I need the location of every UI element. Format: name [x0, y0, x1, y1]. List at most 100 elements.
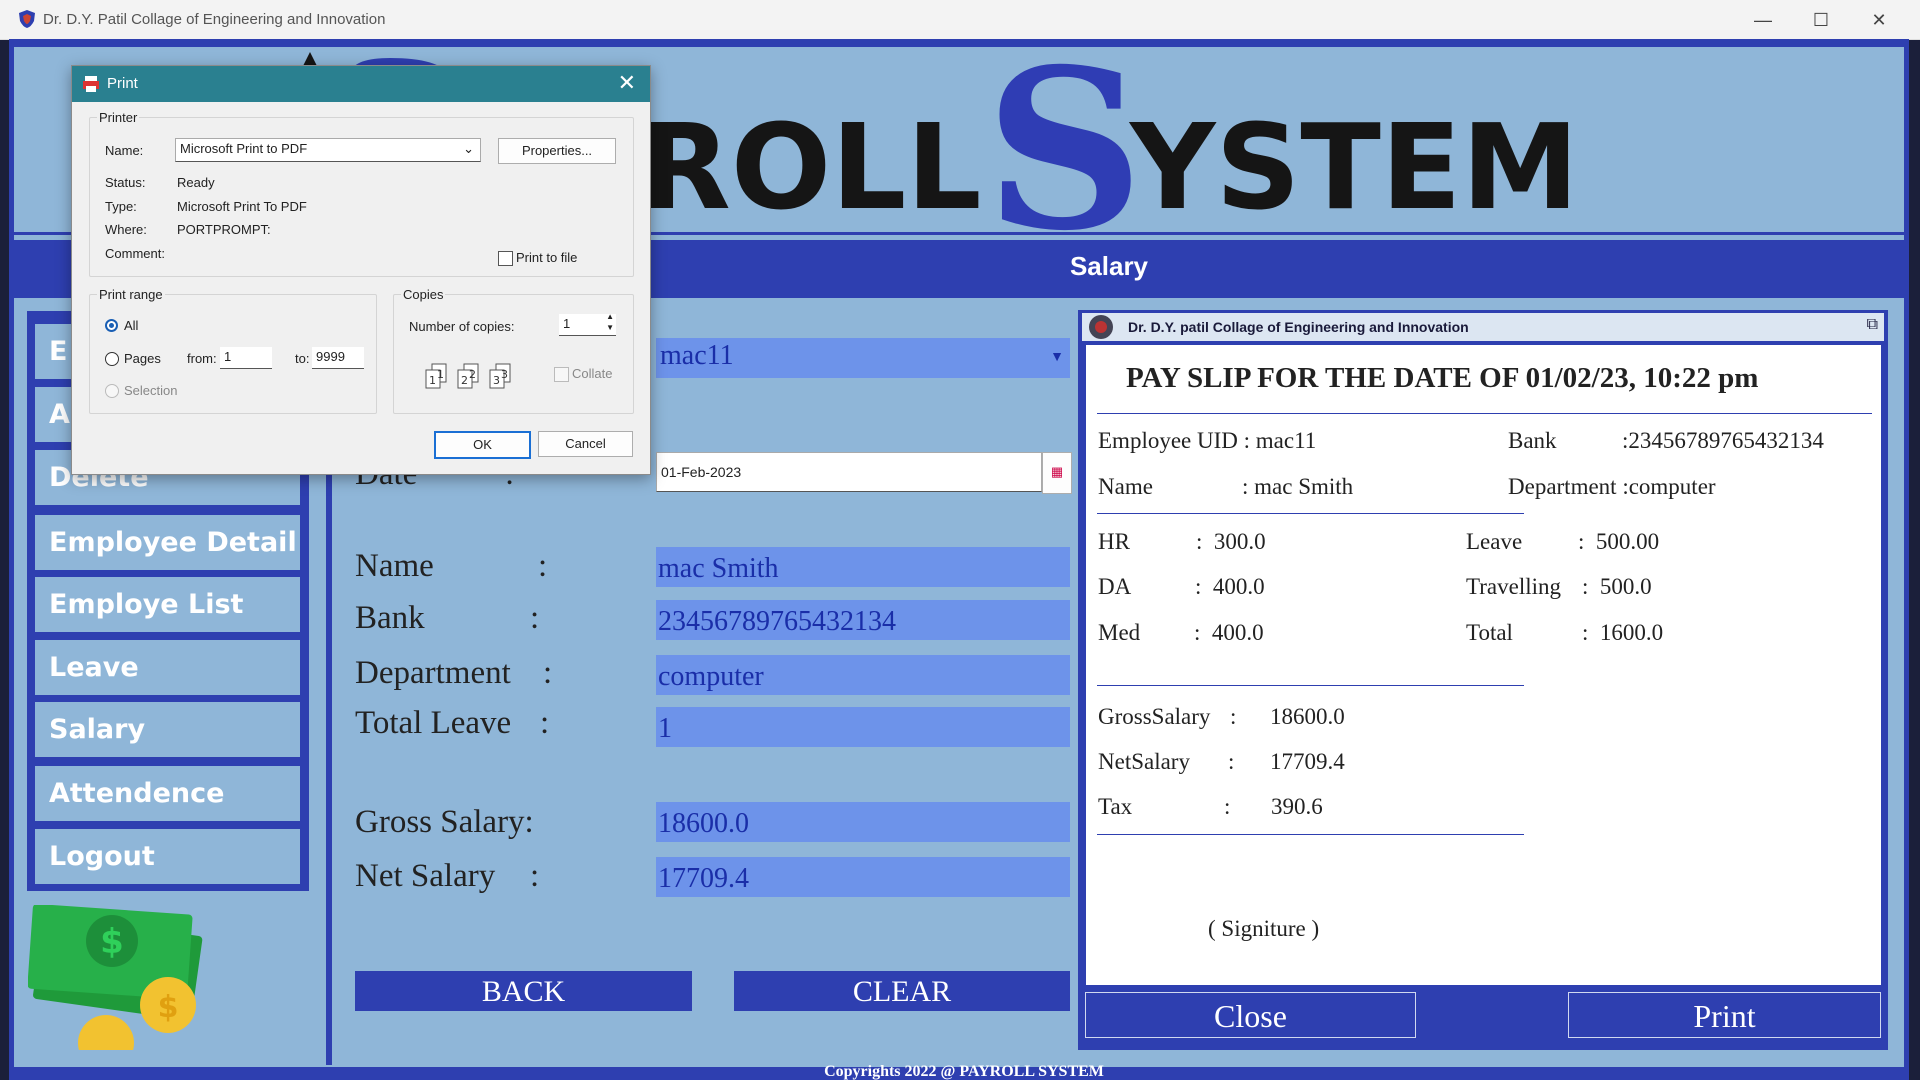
payslip-close-button[interactable]: Close	[1085, 992, 1416, 1038]
payslip-tax-value: 390.6	[1271, 794, 1323, 819]
print-to-file-checkbox[interactable]	[498, 251, 513, 266]
selection-radio[interactable]	[105, 384, 119, 398]
payslip-hr-label: HR	[1098, 529, 1130, 554]
total-leave-field[interactable]: 1	[656, 707, 1070, 747]
payslip-divider	[1097, 513, 1524, 514]
clear-button[interactable]: CLEAR	[734, 971, 1070, 1011]
svg-text:$: $	[100, 922, 124, 962]
copies-value: 1	[563, 316, 571, 331]
net-salary-field[interactable]: 17709.4	[656, 857, 1070, 897]
pages-radio[interactable]	[105, 352, 119, 366]
department-label: Department	[355, 655, 511, 691]
print-dialog-title: Print	[107, 75, 138, 92]
payslip-heading: PAY SLIP FOR THE DATE OF 01/02/23, 10:22…	[1126, 362, 1759, 394]
cancel-button[interactable]: Cancel	[538, 431, 633, 457]
payslip-da-label: DA	[1098, 574, 1132, 599]
sidebar-item-employee-detail[interactable]: Employee Detail	[35, 515, 300, 570]
name-colon: :	[538, 548, 548, 584]
payslip-divider	[1097, 413, 1872, 414]
payslip-leave-label: Leave	[1466, 529, 1523, 554]
payslip-net-value: 17709.4	[1270, 749, 1345, 774]
status-label: Status:	[105, 175, 146, 190]
sidebar-item-logout[interactable]: Logout	[35, 829, 300, 884]
payslip-med-label: Med	[1098, 620, 1141, 645]
selection-label: Selection	[124, 383, 178, 398]
where-label: Where:	[105, 222, 147, 237]
payslip-divider	[1097, 834, 1524, 835]
payslip-total-label: Total	[1466, 620, 1513, 645]
gross-salary-label: Gross Salary:	[355, 804, 534, 840]
total-leave-colon: :	[540, 705, 550, 741]
all-radio[interactable]	[105, 319, 118, 332]
type-value: Microsoft Print To PDF	[177, 199, 307, 214]
header-title-part: ROLL	[640, 98, 982, 236]
close-icon[interactable]: ✕	[618, 70, 636, 96]
ok-button[interactable]: OK	[434, 431, 531, 459]
chevron-down-icon[interactable]: ⌄	[463, 139, 474, 159]
print-dialog-titlebar: Print ✕	[72, 66, 650, 102]
to-input[interactable]: 9999	[312, 347, 364, 369]
sidebar-item-employee-list[interactable]: Employe List	[35, 577, 300, 632]
bank-label: Bank	[355, 600, 425, 636]
printer-name-value: Microsoft Print to PDF	[180, 141, 308, 156]
payslip-bank-label: Bank	[1508, 428, 1557, 453]
payslip-gross-label: GrossSalary	[1098, 704, 1211, 729]
date-field[interactable]: 01-Feb-2023	[656, 452, 1042, 492]
payslip-travelling-label: Travelling	[1466, 574, 1561, 599]
name-field[interactable]: mac Smith	[656, 547, 1070, 587]
printer-name-label: Name:	[105, 143, 144, 158]
svg-text:1: 1	[429, 374, 436, 387]
payslip-department: Department :computer	[1508, 474, 1716, 499]
type-label: Type:	[105, 199, 137, 214]
calendar-icon[interactable]: ▦	[1042, 452, 1072, 494]
payslip-uid: Employee UID : mac11	[1098, 428, 1317, 453]
collate-label: Collate	[572, 366, 613, 381]
sidebar-item-attendence[interactable]: Attendence	[35, 766, 300, 821]
maximize-button[interactable]: ☐	[1798, 6, 1844, 34]
collate-checkbox[interactable]	[554, 367, 569, 382]
payslip-name-value: : mac Smith	[1242, 474, 1354, 499]
printer-name-select[interactable]: Microsoft Print to PDF ⌄	[175, 138, 481, 162]
bank-field[interactable]: 23456789765432134	[656, 600, 1070, 640]
payslip-net-colon: :	[1228, 749, 1235, 774]
svg-text:$: $	[158, 990, 179, 1025]
print-range-group-label: Print range	[97, 287, 165, 302]
number-of-copies-label: Number of copies:	[409, 319, 515, 334]
department-field[interactable]: computer	[656, 655, 1070, 695]
svg-text:2: 2	[469, 368, 476, 381]
payslip-leave-value: : 500.00	[1578, 529, 1660, 554]
payslip-tax-colon: :	[1224, 794, 1231, 819]
printer-group-label: Printer	[97, 110, 140, 125]
employee-select[interactable]: mac11 ▼	[656, 338, 1070, 378]
pages-label: Pages	[124, 351, 161, 366]
properties-button[interactable]: Properties...	[498, 138, 616, 164]
payslip-gross-colon: :	[1230, 704, 1237, 729]
payslip-hr-value: : 300.0	[1196, 529, 1266, 554]
gross-salary-field[interactable]: 18600.0	[656, 802, 1070, 842]
svg-text:2: 2	[461, 374, 468, 387]
chevron-down-icon[interactable]: ▼	[1050, 348, 1064, 364]
payslip-gross-value: 18600.0	[1270, 704, 1345, 729]
payslip-print-button[interactable]: Print	[1568, 992, 1881, 1038]
net-salary-colon: :	[530, 858, 540, 894]
to-label: to:	[295, 351, 310, 366]
app-shield-icon	[19, 10, 35, 28]
copies-spinner[interactable]: 1 ▲ ▼	[559, 311, 616, 336]
payslip-window-title: Dr. D.Y. patil Collage of Engineering an…	[1128, 319, 1469, 335]
payslip-med-value: : 400.0	[1194, 620, 1264, 645]
minimize-button[interactable]: —	[1740, 6, 1786, 34]
sidebar-item-salary[interactable]: Salary	[35, 702, 300, 757]
copyright-text: Copyrights 2022 @ PAYROLL SYSTEM	[824, 1063, 1104, 1080]
svg-text:1: 1	[437, 368, 444, 381]
from-input[interactable]: 1	[220, 347, 272, 369]
window-title: Dr. D.Y. Patil Collage of Engineering an…	[43, 11, 386, 28]
sidebar-item-leave[interactable]: Leave	[35, 640, 300, 695]
copies-group-label: Copies	[401, 287, 446, 302]
from-label: from:	[187, 351, 217, 366]
spinner-arrows-icon[interactable]: ▲ ▼	[606, 311, 614, 333]
close-window-button[interactable]: ✕	[1856, 6, 1902, 34]
header-big-letter: S	[985, 20, 1144, 279]
restore-icon[interactable]: ⧉	[1867, 316, 1878, 334]
back-button[interactable]: BACK	[355, 971, 692, 1011]
employee-select-value: mac11	[660, 340, 734, 371]
